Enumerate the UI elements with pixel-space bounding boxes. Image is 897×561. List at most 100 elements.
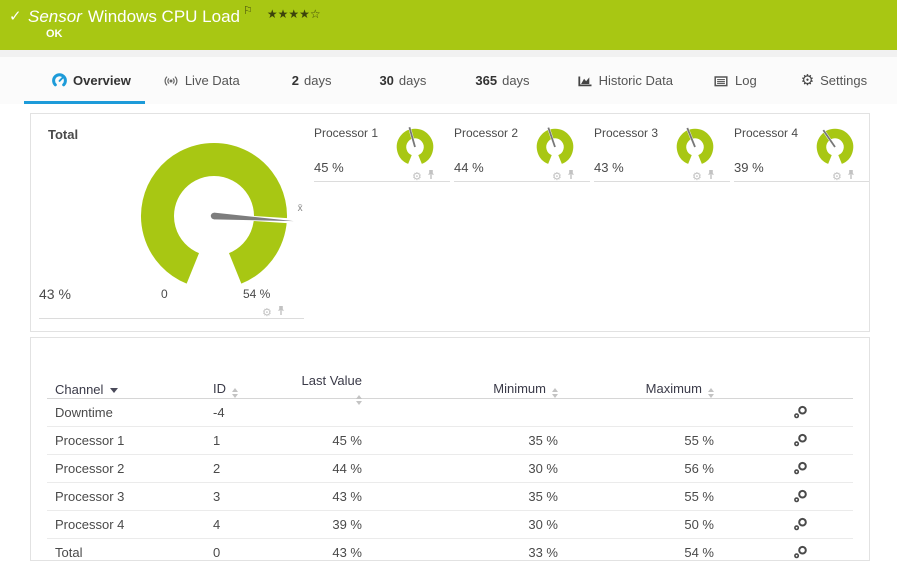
sort-icon bbox=[708, 387, 714, 398]
sensor-type-label: Sensor bbox=[28, 7, 82, 26]
tab-settings[interactable]: ⚙ Settings bbox=[801, 57, 867, 104]
tab-label: Overview bbox=[73, 73, 131, 88]
gauge-icon bbox=[52, 73, 67, 88]
channel-table-header: Channel ID Last Value Minimum Maximum bbox=[47, 373, 853, 405]
gauge-pin-icon[interactable] bbox=[706, 168, 716, 186]
last-value-cell: 43 % bbox=[332, 489, 362, 504]
tab-label: Live Data bbox=[184, 73, 240, 88]
total-gauge-actions: ⚙ bbox=[262, 304, 286, 322]
processor-gauge-value: 44 % bbox=[454, 160, 484, 175]
tab-number: 365 bbox=[475, 73, 498, 88]
channel-row-processor-1: Processor 1 1 45 % 35 % 55 % bbox=[47, 427, 853, 455]
minimum-cell: 30 % bbox=[528, 461, 558, 476]
channel-settings-icon[interactable] bbox=[792, 489, 809, 504]
channel-table-body: Downtime -4 Processor 1 1 45 % 35 % 55 % Proces… bbox=[47, 399, 853, 560]
tab-bar: Overview Live Data 2 days 30 days 365 days Histo… bbox=[0, 57, 897, 104]
gauge-settings-gear-icon[interactable]: ⚙ bbox=[552, 171, 562, 183]
total-gauge-title: Total bbox=[48, 127, 79, 142]
tab-overview[interactable]: Overview bbox=[24, 57, 145, 104]
total-gauge: x̄ bbox=[141, 143, 303, 284]
processor-gauge-actions: ⚙ bbox=[412, 168, 436, 186]
priority-stars[interactable]: ★★★★☆ bbox=[267, 7, 321, 21]
column-header-last-value[interactable]: Last Value bbox=[300, 373, 362, 405]
channel-settings-icon[interactable] bbox=[792, 461, 809, 476]
channel-id-cell: 2 bbox=[213, 461, 221, 476]
processor-gauge-actions: ⚙ bbox=[832, 168, 856, 186]
gauge-settings-gear-icon[interactable]: ⚙ bbox=[412, 171, 422, 183]
processor-gauge bbox=[536, 127, 574, 164]
tab-label: Log bbox=[734, 73, 757, 88]
maximum-cell: 50 % bbox=[684, 517, 714, 532]
column-header-channel[interactable]: Channel bbox=[47, 382, 205, 397]
column-label: Last Value bbox=[301, 373, 362, 388]
tab-log[interactable]: Log bbox=[713, 57, 757, 104]
channel-row-processor-2: Processor 2 2 44 % 30 % 56 % bbox=[47, 455, 853, 483]
gauge-pin-icon[interactable] bbox=[846, 168, 856, 186]
settings-gear-icon: ⚙ bbox=[800, 71, 815, 89]
gauge-pin-icon[interactable] bbox=[426, 168, 436, 186]
column-header-minimum[interactable]: Minimum bbox=[362, 381, 558, 398]
tab-label: Settings bbox=[820, 73, 868, 88]
total-gauge-value: 43 % bbox=[39, 286, 71, 302]
column-header-maximum[interactable]: Maximum bbox=[558, 381, 714, 398]
maximum-cell: 54 % bbox=[684, 545, 714, 560]
column-label: Minimum bbox=[493, 380, 546, 396]
channel-row-processor-3: Processor 3 3 43 % 35 % 55 % bbox=[47, 483, 853, 511]
gauge-settings-gear-icon[interactable]: ⚙ bbox=[262, 307, 272, 319]
processor-gauge bbox=[816, 128, 854, 164]
header-divider-strip bbox=[0, 50, 897, 57]
gauges-panel: Total x̄ 0 54 % 43 % ⚙ Processor 1 45 % … bbox=[30, 113, 870, 332]
total-gauge-scale-max: 54 % bbox=[243, 287, 271, 301]
channel-settings-icon[interactable] bbox=[792, 517, 809, 532]
channel-settings-icon[interactable] bbox=[792, 545, 809, 560]
tab-30-days[interactable]: 30 days bbox=[379, 57, 426, 104]
channel-settings-icon[interactable] bbox=[792, 405, 809, 420]
last-value-cell: 44 % bbox=[332, 461, 362, 476]
processor-gauge-cell: Processor 1 45 % ⚙ bbox=[314, 114, 454, 194]
channel-settings-icon[interactable] bbox=[792, 433, 809, 448]
last-value-cell: 39 % bbox=[332, 517, 362, 532]
gauge-settings-gear-icon[interactable]: ⚙ bbox=[832, 171, 842, 183]
processor-gauge-label: Processor 1 bbox=[314, 126, 379, 140]
minimum-cell: 33 % bbox=[528, 545, 558, 560]
sensor-title: Windows CPU Load bbox=[87, 7, 240, 26]
sort-icon bbox=[232, 387, 238, 398]
processor-gauge-value: 39 % bbox=[734, 160, 764, 175]
channel-name-cell[interactable]: Processor 4 bbox=[47, 517, 205, 532]
channel-row-processor-4: Processor 4 4 39 % 30 % 50 % bbox=[47, 511, 853, 539]
channel-name-cell[interactable]: Processor 3 bbox=[47, 489, 205, 504]
channel-id-cell: -4 bbox=[213, 405, 225, 420]
channel-table-panel: Channel ID Last Value Minimum Maximum Downti… bbox=[30, 337, 870, 561]
channel-name-cell[interactable]: Total bbox=[47, 545, 205, 560]
total-gauge-scale-min: 0 bbox=[161, 287, 168, 301]
channel-name-cell[interactable]: Processor 1 bbox=[47, 433, 205, 448]
tab-2-days[interactable]: 2 days bbox=[292, 57, 332, 104]
tab-label: days bbox=[398, 73, 427, 88]
tab-label: days bbox=[502, 73, 530, 88]
column-label: Channel bbox=[55, 381, 104, 397]
flag-icon[interactable]: ⚐ bbox=[243, 5, 253, 17]
processor-gauge-actions: ⚙ bbox=[692, 168, 716, 186]
processor-gauge-value: 45 % bbox=[314, 160, 344, 175]
historic-chart-icon bbox=[577, 74, 593, 88]
column-label: Maximum bbox=[645, 380, 702, 396]
channel-name-cell[interactable]: Downtime bbox=[47, 405, 205, 420]
minimum-cell: 30 % bbox=[528, 517, 558, 532]
processor-gauge-label: Processor 2 bbox=[454, 126, 519, 140]
tab-live-data[interactable]: Live Data bbox=[163, 57, 240, 104]
channel-name-cell[interactable]: Processor 2 bbox=[47, 461, 205, 476]
column-header-id[interactable]: ID bbox=[205, 381, 300, 398]
tab-historic-data[interactable]: Historic Data bbox=[577, 57, 673, 104]
live-data-icon bbox=[163, 74, 179, 88]
sensor-title-line: Sensor Windows CPU Load ⚐ ★★★★☆ bbox=[28, 4, 321, 27]
sensor-header-bar: ✓ Sensor Windows CPU Load ⚐ ★★★★☆ OK bbox=[0, 0, 897, 50]
gauge-settings-gear-icon[interactable]: ⚙ bbox=[692, 171, 702, 183]
channel-table: Channel ID Last Value Minimum Maximum Downti… bbox=[47, 373, 853, 560]
processor-gauge-cell: Processor 4 39 % ⚙ bbox=[734, 114, 869, 194]
tab-365-days[interactable]: 365 days bbox=[475, 57, 529, 104]
processor-gauge-cell: Processor 3 43 % ⚙ bbox=[594, 114, 734, 194]
gauge-pin-icon[interactable] bbox=[566, 168, 576, 186]
gauge-pin-icon[interactable] bbox=[276, 304, 286, 322]
sort-desc-icon bbox=[110, 387, 119, 393]
channel-id-cell: 3 bbox=[213, 489, 221, 504]
